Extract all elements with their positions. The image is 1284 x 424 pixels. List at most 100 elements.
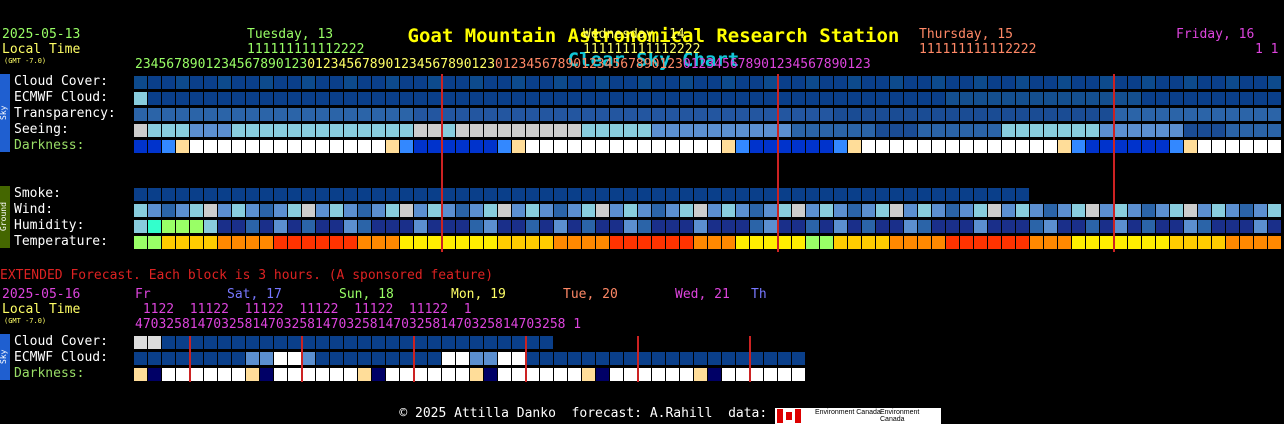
cloud-cover-block [1072, 76, 1085, 89]
temperature-block [834, 236, 847, 249]
ext-cloud-cover-block [484, 336, 497, 349]
wind-block [148, 204, 161, 217]
cloud-cover-block [428, 76, 441, 89]
ext-cloud-cover-block [428, 336, 441, 349]
ext-midnight-line [637, 336, 639, 382]
smoke-block [162, 188, 175, 201]
ext-cloud-cover-block [176, 336, 189, 349]
humidity-block [288, 220, 301, 233]
temperature-block [988, 236, 1001, 249]
transparency-block [1184, 108, 1197, 121]
ecmwf-cloud-block [1212, 92, 1225, 105]
seeing-block [1086, 124, 1099, 137]
humidity-block [260, 220, 273, 233]
ext-ecmwf-cloud-block [568, 352, 581, 365]
darkness-block [274, 140, 287, 153]
cloud-cover-block [316, 76, 329, 89]
ext-ecmwf-cloud-block [456, 352, 469, 365]
seeing-block [974, 124, 987, 137]
cloud-cover-block [946, 76, 959, 89]
cloud-cover-block [204, 76, 217, 89]
cloud-cover-block [610, 76, 623, 89]
smoke-block [988, 188, 1001, 201]
darkness-block [624, 140, 637, 153]
transparency-block [932, 108, 945, 121]
smoke-block [190, 188, 203, 201]
smoke-block [680, 188, 693, 201]
humidity-block [862, 220, 875, 233]
transparency-block [134, 108, 147, 121]
transparency-block [456, 108, 469, 121]
ext-darkness-block [148, 368, 161, 381]
ext-ecmwf-cloud-block [708, 352, 721, 365]
seeing-block [386, 124, 399, 137]
seeing-block [736, 124, 749, 137]
ext-cloud-cover-block [288, 336, 301, 349]
wind-block [456, 204, 469, 217]
cloud-cover-block [904, 76, 917, 89]
seeing-block [540, 124, 553, 137]
temperature-block [1086, 236, 1099, 249]
temperature-block [484, 236, 497, 249]
seeing-block [358, 124, 371, 137]
wind-block [1226, 204, 1239, 217]
ecmwf-cloud-block [288, 92, 301, 105]
smoke-block [134, 188, 147, 201]
humidity-block [512, 220, 525, 233]
ext-darkness-block [652, 368, 665, 381]
ecmwf-cloud-block [736, 92, 749, 105]
darkness-block [134, 140, 147, 153]
transparency-block [512, 108, 525, 121]
cloud-cover-block [624, 76, 637, 89]
cloud-cover-block [554, 76, 567, 89]
darkness-block [750, 140, 763, 153]
wind-block [652, 204, 665, 217]
humidity-block [190, 220, 203, 233]
seeing-block [1170, 124, 1183, 137]
wind-block [232, 204, 245, 217]
wind-block [1016, 204, 1029, 217]
darkness-block [1044, 140, 1057, 153]
temperature-block [820, 236, 833, 249]
transparency-block [1002, 108, 1015, 121]
cloud-cover-block [1184, 76, 1197, 89]
ecmwf-cloud-block [1016, 92, 1029, 105]
transparency-block [1114, 108, 1127, 121]
seeing-block [1142, 124, 1155, 137]
wind-block [1268, 204, 1281, 217]
ext-ecmwf-cloud-block [638, 352, 651, 365]
darkness-block [666, 140, 679, 153]
ext-cloud-cover-block [148, 336, 161, 349]
darkness-block [582, 140, 595, 153]
smoke-block [358, 188, 371, 201]
temperature-block [680, 236, 693, 249]
cloud-cover-block [1030, 76, 1043, 89]
cloud-cover-block [260, 76, 273, 89]
smoke-block [974, 188, 987, 201]
ext-ecmwf-cloud-block [288, 352, 301, 365]
transparency-block [274, 108, 287, 121]
humidity-block [694, 220, 707, 233]
wind-block [190, 204, 203, 217]
ecmwf-cloud-block [624, 92, 637, 105]
ext-ecmwf-cloud-block [400, 352, 413, 365]
transparency-block [330, 108, 343, 121]
ecmwf-cloud-block [932, 92, 945, 105]
transparency-block [638, 108, 651, 121]
temperature-block [456, 236, 469, 249]
temperature-block [708, 236, 721, 249]
darkness-block [316, 140, 329, 153]
darkness-block [1226, 140, 1239, 153]
temperature-block [442, 236, 455, 249]
cloud-cover-block [806, 76, 819, 89]
temperature-block [918, 236, 931, 249]
ecmwf-cloud-block [918, 92, 931, 105]
ext-ecmwf-cloud-block [498, 352, 511, 365]
darkness-block [260, 140, 273, 153]
seeing-block [666, 124, 679, 137]
humidity-block [722, 220, 735, 233]
smoke-block [288, 188, 301, 201]
seeing-block [148, 124, 161, 137]
wind-block [638, 204, 651, 217]
cloud-cover-block [232, 76, 245, 89]
